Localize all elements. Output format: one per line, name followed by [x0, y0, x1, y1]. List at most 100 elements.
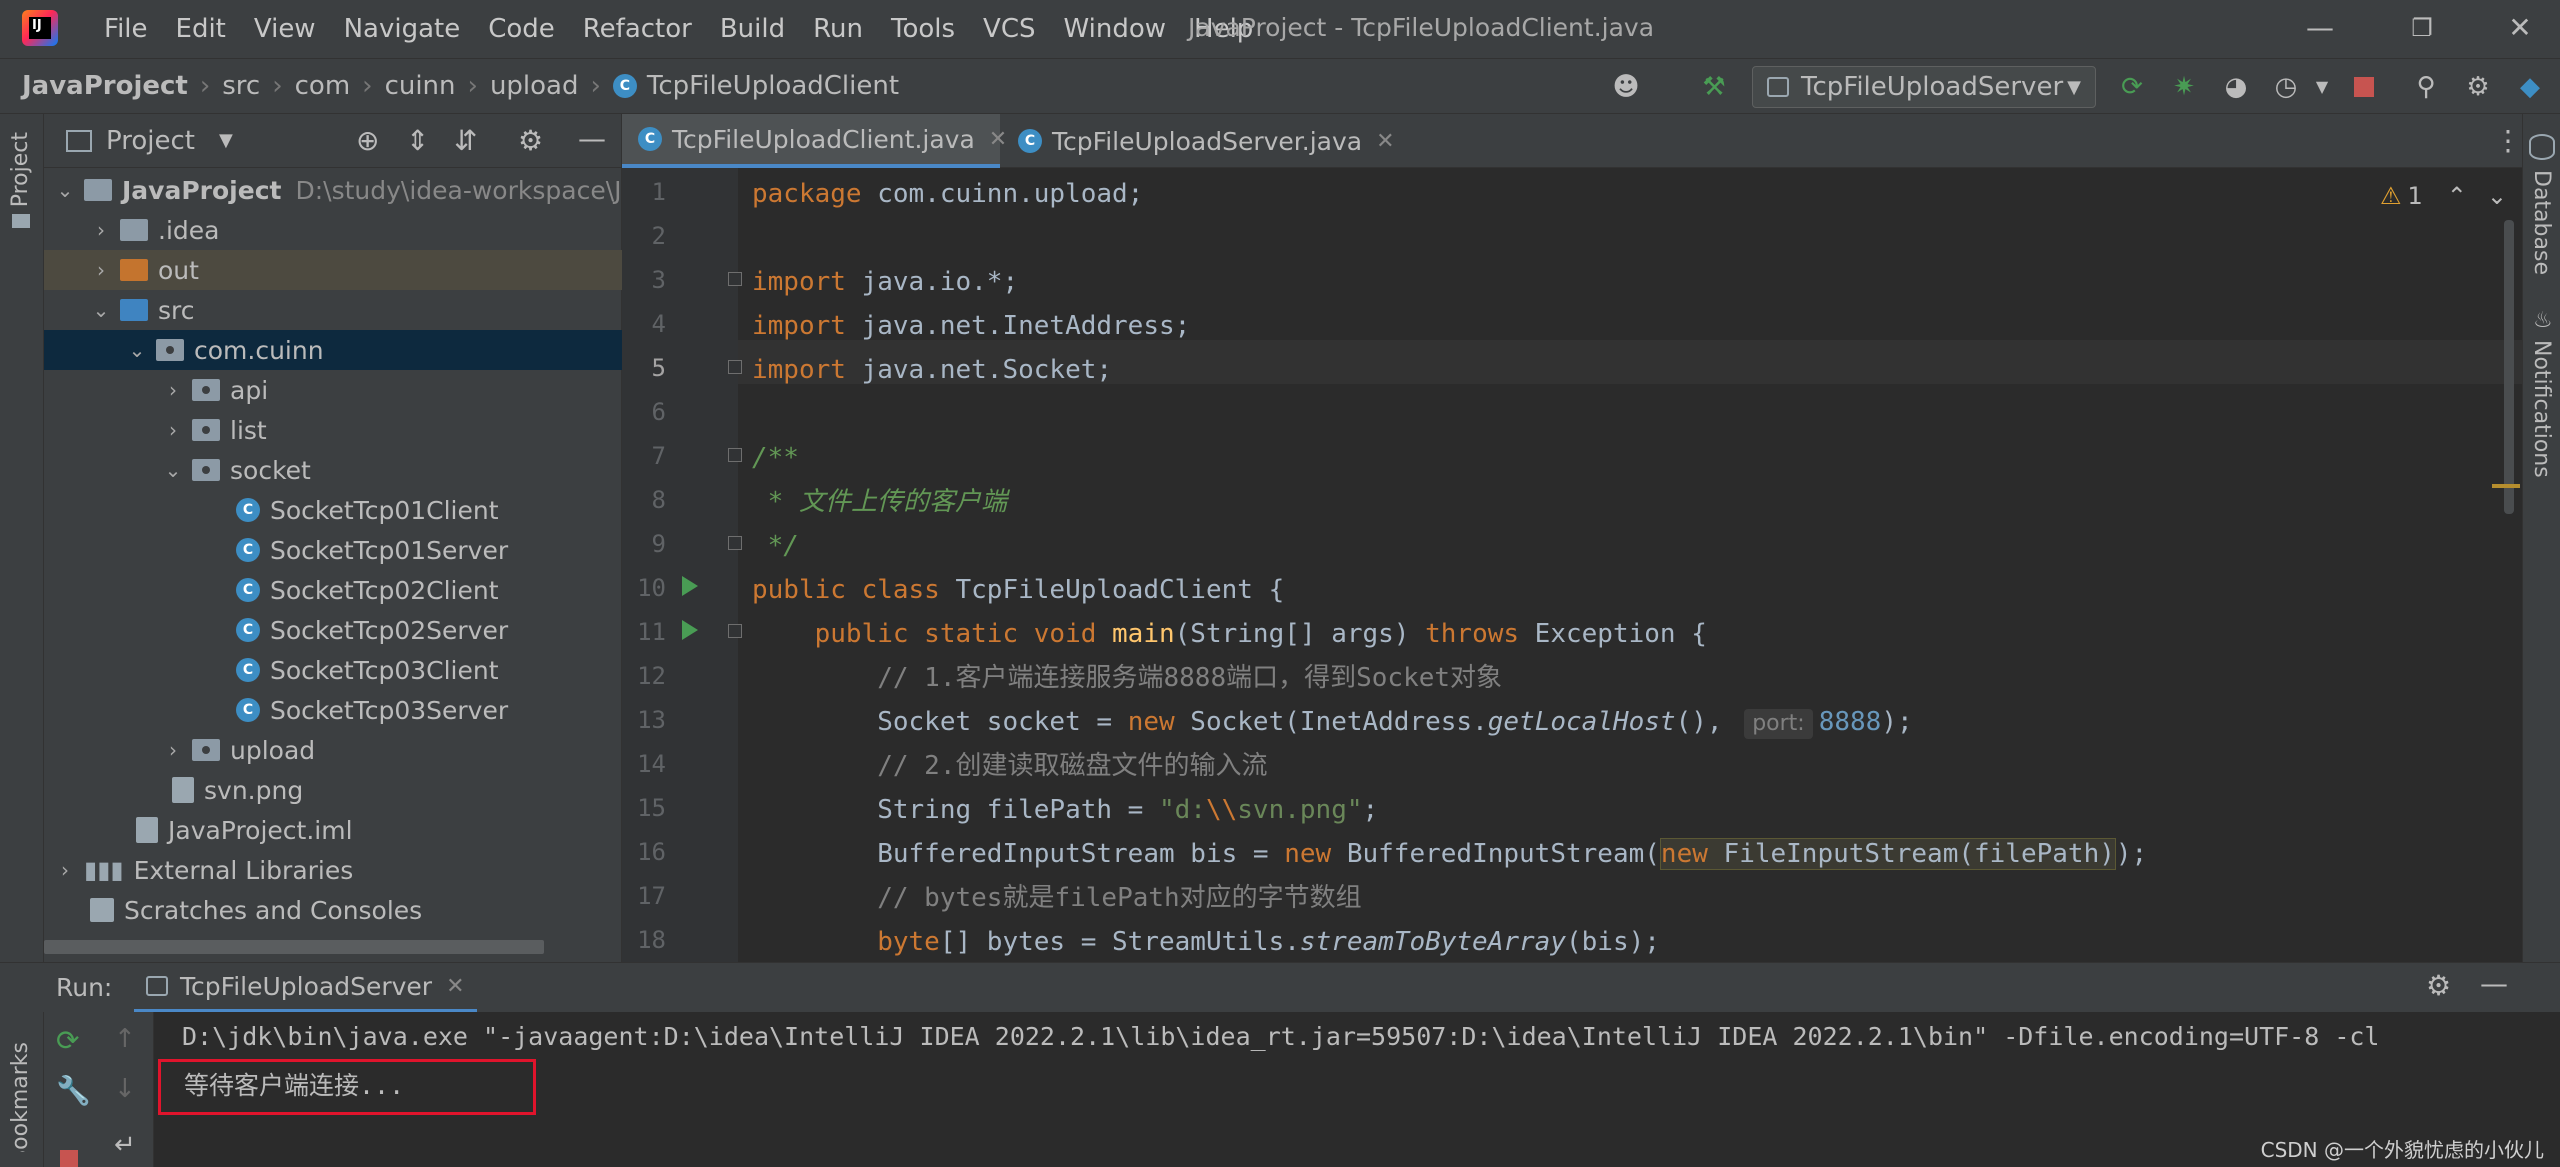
collapse-all-icon[interactable]: ⇵	[454, 124, 477, 157]
wrench-icon[interactable]: 🔧	[56, 1074, 91, 1107]
database-tool-button[interactable]: Database	[2529, 170, 2554, 275]
breadcrumb-upload[interactable]: upload	[490, 71, 579, 101]
stop-icon[interactable]	[60, 1150, 78, 1167]
tree-item-sockettcp03server[interactable]: C SocketTcp03Server	[44, 690, 622, 730]
restore-icon[interactable]: ❐	[2402, 10, 2442, 46]
tree-item-api[interactable]: › api	[44, 370, 622, 410]
breadcrumb-cuinn[interactable]: cuinn	[385, 71, 456, 101]
debug-icon[interactable]: ✷	[2168, 71, 2200, 103]
minimize-icon[interactable]: —	[2300, 10, 2340, 46]
gear-icon[interactable]: ⚙	[2426, 969, 2451, 1002]
rerun-icon[interactable]: ⟳	[56, 1024, 79, 1057]
tree-item-sockettcp03client[interactable]: C SocketTcp03Client	[44, 650, 622, 690]
coverage-icon[interactable]: ◕	[2220, 71, 2252, 103]
locate-icon[interactable]: ⊕	[356, 124, 379, 157]
menu-build[interactable]: Build	[706, 14, 799, 44]
inspection-widget[interactable]: ⚠ 1 ⌃ ⌄	[2380, 182, 2507, 210]
close-tab-icon[interactable]: ✕	[1376, 129, 1394, 154]
breadcrumb-project[interactable]: JavaProject	[22, 71, 188, 101]
tree-item-sockettcp01server[interactable]: C SocketTcp01Server	[44, 530, 622, 570]
breadcrumb-class[interactable]: C TcpFileUploadClient	[612, 71, 899, 101]
menu-tools[interactable]: Tools	[877, 14, 969, 44]
menu-view[interactable]: View	[240, 14, 330, 44]
tree-item-list[interactable]: › list	[44, 410, 622, 450]
chevron-down-icon[interactable]: ⌄	[88, 298, 114, 322]
chevron-right-icon[interactable]: ›	[88, 258, 114, 282]
expand-all-icon[interactable]: ⇕	[406, 124, 429, 157]
tree-item-sockettcp02server[interactable]: C SocketTcp02Server	[44, 610, 622, 650]
fold-marker-icon[interactable]	[728, 360, 742, 374]
chevron-right-icon[interactable]: ›	[160, 738, 186, 762]
arrow-up-icon[interactable]: ↑	[114, 1024, 136, 1054]
gear-icon[interactable]: ⚙	[518, 124, 543, 157]
gear-icon[interactable]: ⚙	[2462, 71, 2494, 103]
tree-item-idea[interactable]: › .idea	[44, 210, 622, 250]
chevron-up-icon[interactable]: ⌃	[2447, 182, 2467, 210]
chevron-down-icon[interactable]: ⌄	[2487, 182, 2507, 210]
chevron-down-icon[interactable]: ▼	[2306, 71, 2338, 103]
menu-navigate[interactable]: Navigate	[330, 14, 475, 44]
user-icon[interactable]: ☻	[1610, 71, 1642, 103]
hide-icon[interactable]: —	[2480, 967, 2508, 1000]
hide-icon[interactable]: —	[578, 122, 606, 155]
bookmarks-tool-button[interactable]: Bookmarks	[8, 1042, 33, 1152]
breadcrumb-src[interactable]: src	[222, 71, 260, 101]
project-panel-title[interactable]: Project	[106, 126, 195, 156]
horizontal-scrollbar[interactable]	[44, 940, 544, 954]
run-configuration-select[interactable]: TcpFileUploadServer ▼	[1752, 66, 2096, 108]
run-tab-tcpfileuploadserver[interactable]: TcpFileUploadServer ✕	[134, 963, 477, 1013]
project-tool-button[interactable]: Project	[8, 132, 33, 213]
tab-tcpfileuploadclient[interactable]: C TcpFileUploadClient.java ✕	[622, 114, 1007, 168]
fold-marker-icon[interactable]	[728, 448, 742, 462]
menu-window[interactable]: Window	[1050, 14, 1181, 44]
tree-item-scratches[interactable]: Scratches and Consoles	[44, 890, 622, 930]
run-gutter-icon[interactable]	[682, 620, 698, 640]
stop-icon[interactable]	[2348, 71, 2380, 103]
menu-run[interactable]: Run	[799, 14, 877, 44]
chevron-down-icon[interactable]: ⌄	[160, 458, 186, 482]
warning-stripe-marker[interactable]	[2492, 484, 2520, 488]
menu-file[interactable]: File	[90, 14, 162, 44]
fold-marker-icon[interactable]	[728, 272, 742, 286]
close-icon[interactable]: ✕	[2500, 10, 2540, 46]
notifications-tool-button[interactable]: Notifications	[2529, 340, 2554, 478]
tree-item-javaproject[interactable]: ⌄ JavaProject D:\study\idea-workspace\Ja…	[44, 170, 622, 210]
profiler-icon[interactable]: ◷	[2270, 71, 2302, 103]
search-icon[interactable]: ⚲	[2410, 71, 2442, 103]
chevron-right-icon[interactable]: ›	[160, 418, 186, 442]
soft-wrap-icon[interactable]: ↵	[114, 1130, 136, 1160]
run-gutter-icon[interactable]	[682, 576, 698, 596]
tree-item-com-cuinn[interactable]: ⌄ com.cuinn	[44, 330, 622, 370]
build-hammer-icon[interactable]: ⚒	[1698, 71, 1730, 103]
fold-marker-icon[interactable]	[728, 536, 742, 550]
tree-item-src[interactable]: ⌄ src	[44, 290, 622, 330]
tree-item-out[interactable]: › out	[44, 250, 622, 290]
fold-marker-icon[interactable]	[728, 624, 742, 638]
tree-item-upload[interactable]: › upload	[44, 730, 622, 770]
menu-refactor[interactable]: Refactor	[569, 14, 706, 44]
chevron-down-icon[interactable]: ⌄	[52, 178, 78, 202]
tree-item-sockettcp02client[interactable]: C SocketTcp02Client	[44, 570, 622, 610]
code-editor[interactable]: 1 2 3 4 5 6 7 8 9 10 11 12 13 14 15 16 1…	[622, 168, 2522, 962]
jetbrains-icon[interactable]: ◆	[2514, 71, 2546, 103]
tree-item-javaproject-iml[interactable]: JavaProject.iml	[44, 810, 622, 850]
breadcrumb-com[interactable]: com	[295, 71, 351, 101]
menu-vcs[interactable]: VCS	[969, 14, 1049, 44]
chevron-right-icon[interactable]: ›	[88, 218, 114, 242]
tree-item-sockettcp01client[interactable]: C SocketTcp01Client	[44, 490, 622, 530]
rerun-icon[interactable]: ⟳	[2116, 71, 2148, 103]
chevron-right-icon[interactable]: ›	[160, 378, 186, 402]
tab-tcpfileuploadserver[interactable]: C TcpFileUploadServer.java ✕	[1002, 114, 1395, 168]
tree-item-svn-png[interactable]: svn.png	[44, 770, 622, 810]
more-tabs-icon[interactable]: ⋮	[2494, 124, 2522, 157]
close-tab-icon[interactable]: ✕	[446, 974, 464, 999]
vertical-scrollbar[interactable]	[2504, 220, 2514, 514]
tree-item-socket[interactable]: ⌄ socket	[44, 450, 622, 490]
tree-item-external-libraries[interactable]: › ▮▮▮ External Libraries	[44, 850, 622, 890]
chevron-down-icon[interactable]: ⌄	[124, 338, 150, 362]
chevron-right-icon[interactable]: ›	[52, 858, 78, 882]
chevron-down-icon[interactable]: ▼	[219, 130, 233, 151]
arrow-down-icon[interactable]: ↓	[114, 1074, 136, 1104]
menu-code[interactable]: Code	[474, 14, 569, 44]
menu-edit[interactable]: Edit	[162, 14, 240, 44]
